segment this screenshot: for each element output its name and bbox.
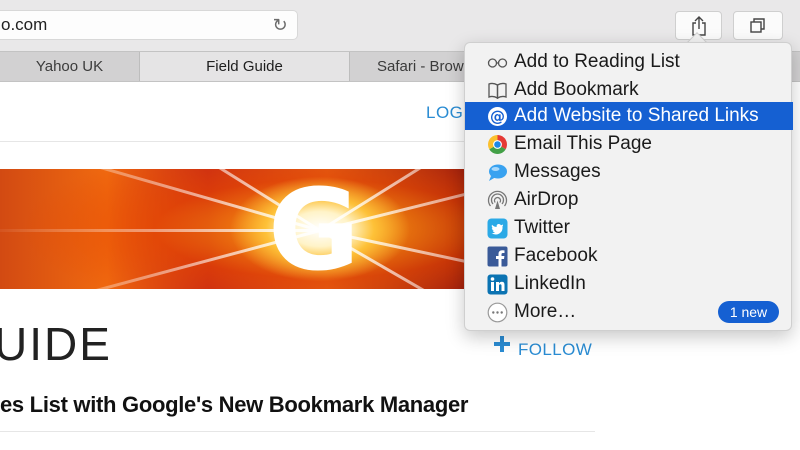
book-icon: [488, 82, 507, 100]
share-icon: [691, 15, 706, 36]
twitter-icon: [487, 218, 508, 239]
menu-item-twitter[interactable]: Twitter: [465, 214, 793, 242]
reload-icon[interactable]: ↻: [271, 16, 289, 34]
follow-label: FOLLOW: [518, 340, 593, 359]
plus-icon: [494, 336, 510, 352]
menu-item-add-to-reading-list[interactable]: Add to Reading List: [465, 48, 793, 76]
menu-item-label: Facebook: [514, 245, 598, 266]
menu-item-linkedin[interactable]: LinkedIn: [465, 270, 793, 298]
at-sign-icon: @: [488, 107, 507, 126]
menu-item-facebook[interactable]: Facebook: [465, 242, 793, 270]
site-title: UIDE: [0, 318, 112, 370]
messages-icon: [489, 164, 507, 181]
divider: [0, 431, 595, 432]
facebook-icon: [487, 246, 508, 267]
svg-text:@: @: [490, 108, 505, 126]
menu-item-label: AirDrop: [514, 189, 579, 210]
address-bar-url: o.com: [1, 15, 48, 34]
menu-item-label: Add Website to Shared Links: [514, 105, 759, 126]
menu-item-label: LinkedIn: [514, 273, 586, 294]
menu-item-add-bookmark[interactable]: Add Bookmark: [465, 76, 793, 104]
menu-item-label: Email This Page: [514, 133, 652, 154]
menu-item-label: Add Bookmark: [514, 79, 639, 100]
menu-item-add-website-to-shared-links[interactable]: @ Add Website to Shared Links: [465, 102, 793, 130]
menu-item-label: Messages: [514, 161, 601, 182]
chrome-icon: [488, 135, 507, 154]
menu-item-airdrop[interactable]: AirDrop: [465, 186, 793, 214]
article-headline[interactable]: es List with Google's New Bookmark Manag…: [0, 392, 469, 418]
menu-item-label: More…: [514, 301, 577, 322]
tabs-overview-button[interactable]: [733, 11, 783, 40]
tab-yahoo-uk[interactable]: Yahoo UK: [0, 52, 140, 81]
more-icon: [487, 302, 508, 323]
new-extensions-badge: 1 new: [718, 301, 779, 323]
menu-item-more[interactable]: More… 1 new: [465, 298, 793, 326]
linkedin-icon: [487, 274, 508, 295]
address-bar[interactable]: o.com ↻: [0, 10, 298, 40]
reading-glasses-icon: [487, 58, 508, 68]
share-menu: Add to Reading List Add Bookmark @ Add W…: [464, 42, 793, 331]
airdrop-icon: [487, 190, 508, 209]
menu-item-email-this-page[interactable]: Email This Page: [465, 130, 793, 158]
tab-field-guide[interactable]: Field Guide: [140, 52, 350, 81]
menu-item-label: Twitter: [514, 217, 570, 238]
tabs-overview-icon: [750, 17, 765, 33]
menu-item-messages[interactable]: Messages: [465, 158, 793, 186]
menu-item-label: Add to Reading List: [514, 51, 680, 72]
banner-logo: G: [268, 169, 360, 289]
